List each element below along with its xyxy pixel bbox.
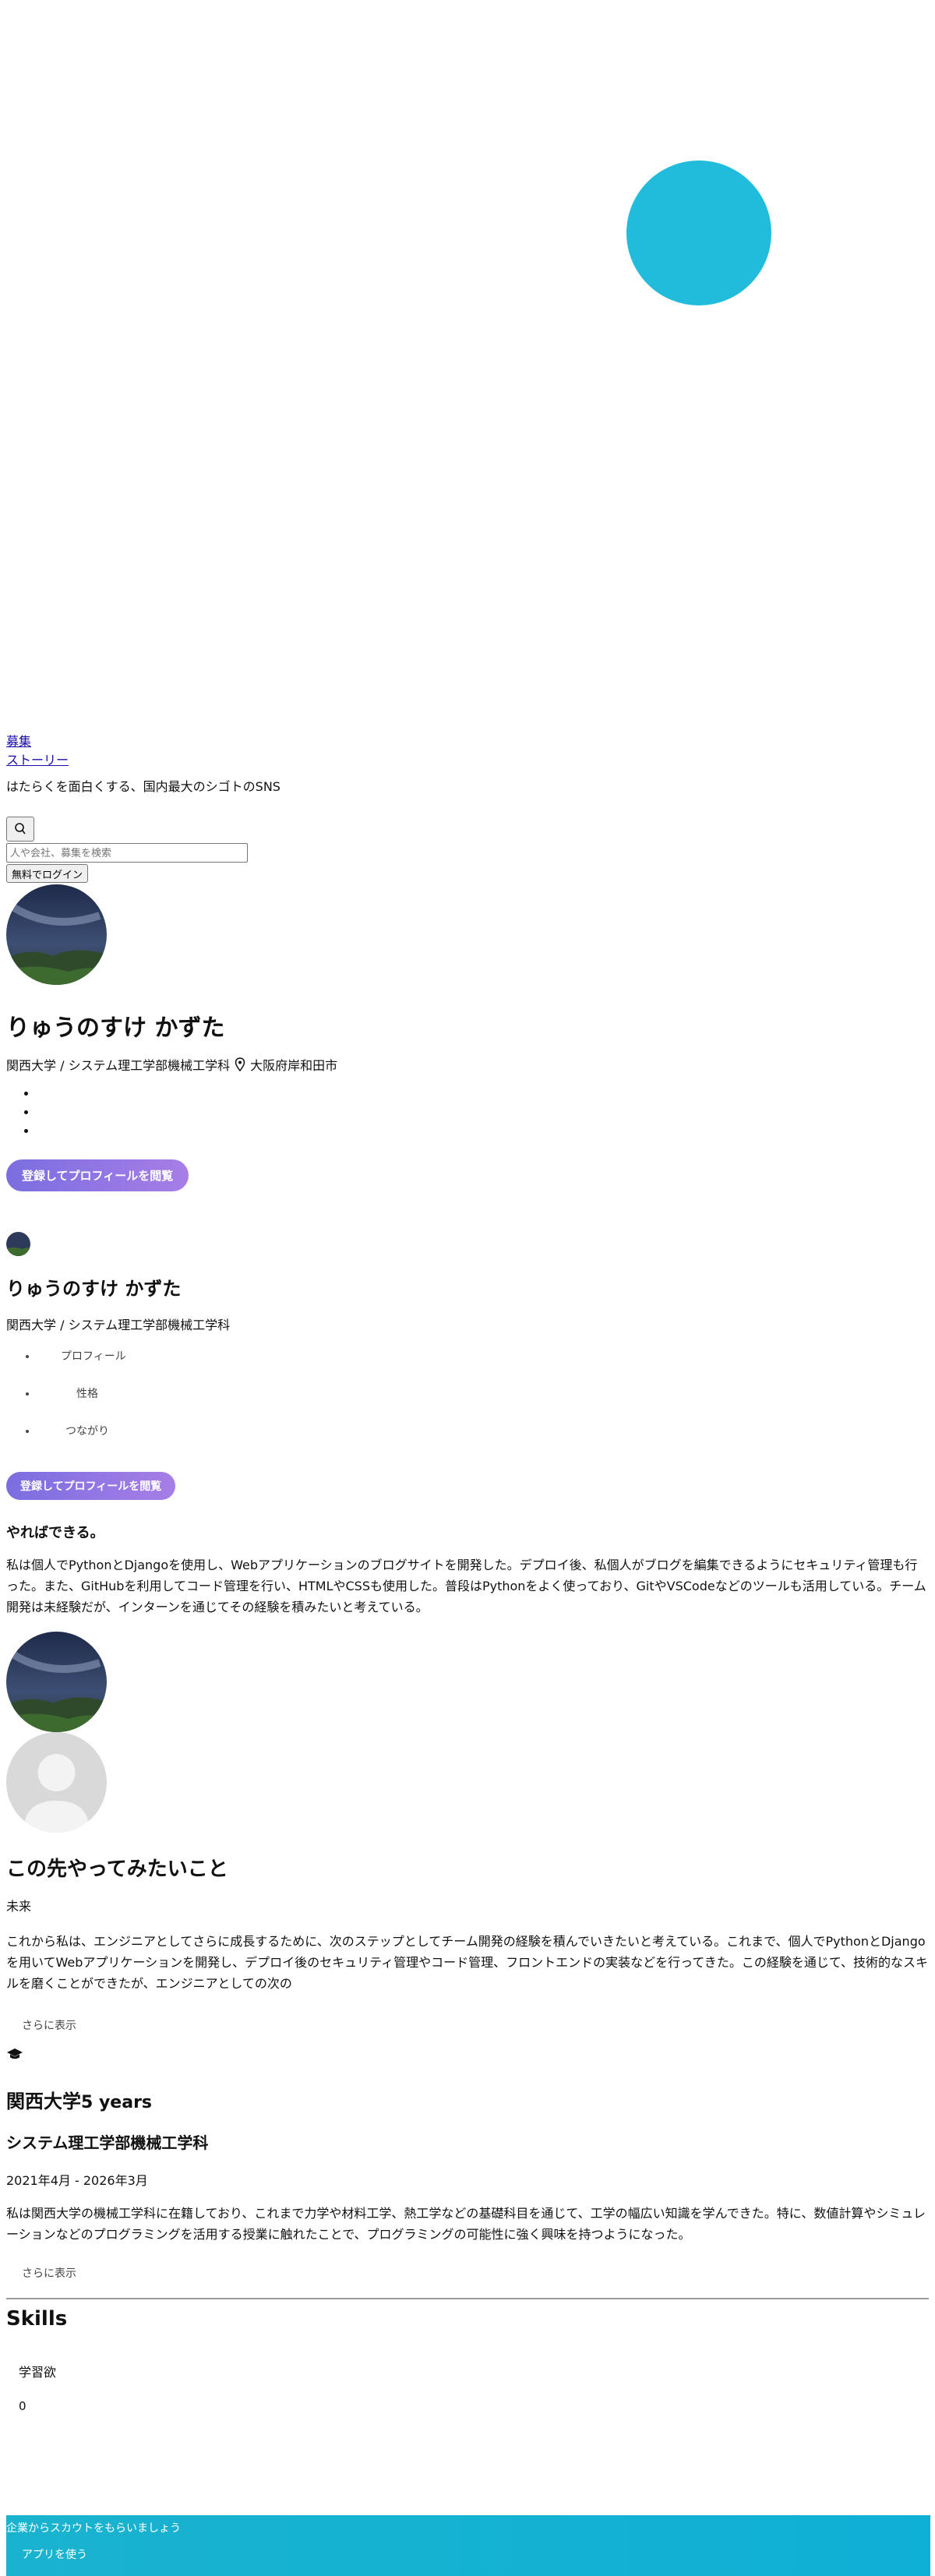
school-name: 関西大学 [6, 2091, 81, 2112]
tab-connections[interactable]: つながり [37, 1422, 929, 1459]
avatar[interactable] [6, 1732, 107, 1833]
school-years: 5 years [81, 2093, 153, 2112]
profile-nav-list [6, 1086, 929, 1142]
intro-body: 私は個人でPythonとDjangoを使用し、Webアプリケーションのブログサイ… [6, 1558, 926, 1614]
hero-area [0, 0, 935, 732]
site-tagline: はたらくを面白くする、国内最大のシゴトのSNS [6, 779, 280, 794]
profile-location: 大阪府岸和田市 [250, 1058, 338, 1073]
search-icon [15, 823, 26, 835]
sticky-avatar [6, 1232, 30, 1256]
education-period: 2021年4月 - 2026年3月 [6, 2173, 148, 2188]
nav-link-recruit[interactable]: 募集 [6, 732, 929, 751]
education-school: 関西大学 5 years [6, 2086, 929, 2113]
use-app-button[interactable]: アプリを使う [22, 2546, 87, 2562]
list-item [37, 1105, 929, 1124]
future-subheading: 未来 [6, 1899, 32, 1914]
login-button[interactable]: 無料でログイン [6, 864, 89, 883]
profile-tabs: プロフィール 性格 つながり [6, 1347, 929, 1459]
profile-name: りゅうのすけ かずた [6, 1015, 225, 1042]
list-item [37, 1124, 929, 1142]
sticky-name: りゅうのすけ かずた [6, 1278, 182, 1300]
avatar[interactable] [6, 1632, 107, 1732]
future-heading: この先やってみたいこと [6, 1858, 228, 1881]
future-show-more[interactable]: さらに表示 [22, 2017, 929, 2033]
default-user-icon [6, 1732, 107, 1833]
education-body: 私は関西大学の機械工学科に在籍しており、これまで力学や材料工学、熱工学などの基礎… [6, 2206, 926, 2242]
education-show-more[interactable]: さらに表示 [22, 2265, 929, 2281]
graduation-cap-icon [6, 2047, 929, 2064]
search-input[interactable] [6, 843, 248, 863]
list-item [37, 1086, 929, 1105]
skill-name: 学習欲 [19, 2365, 57, 2380]
search-button[interactable] [6, 817, 34, 842]
app-promo-text: 企業からスカウトをもらいましょう [6, 2522, 181, 2535]
education-department: システム理工学部機械工学科 [6, 2133, 209, 2152]
tab-personality[interactable]: 性格 [37, 1385, 929, 1422]
profile-meta: 関西大学 / システム理工学部機械工学科 大阪府岸和田市 [6, 1055, 929, 1074]
profile-school: 関西大学 / システム理工学部機械工学科 [6, 1058, 231, 1073]
section-divider [6, 2298, 929, 2299]
intro-heading: やればできる。 [6, 1525, 104, 1541]
location-pin-icon [235, 1057, 245, 1071]
nav-link-story[interactable]: ストーリー [6, 751, 929, 770]
connections-avatars [6, 1632, 929, 1833]
loading-circle [626, 161, 771, 305]
register-view-profile-button[interactable]: 登録してプロフィールを閲覧 [6, 1159, 189, 1191]
sticky-school: 関西大学 / システム理工学部機械工学科 [6, 1318, 231, 1332]
profile-avatar [6, 884, 107, 985]
future-body: これから私は、エンジニアとしてさらに成長するために、次のステップとしてチーム開発… [6, 1934, 929, 1991]
skill-count: 0 [19, 2399, 26, 2413]
page-content: 募集 ストーリー はたらくを面白くする、国内最大のシゴトのSNS 無料でログイン… [0, 732, 935, 2413]
sticky-register-button[interactable]: 登録してプロフィールを閲覧 [6, 1472, 176, 1500]
skills-heading: Skills [6, 2307, 68, 2331]
app-promo-banner: 企業からスカウトをもらいましょう アプリを使う [6, 2515, 930, 2576]
tab-profile[interactable]: プロフィール [37, 1347, 929, 1385]
